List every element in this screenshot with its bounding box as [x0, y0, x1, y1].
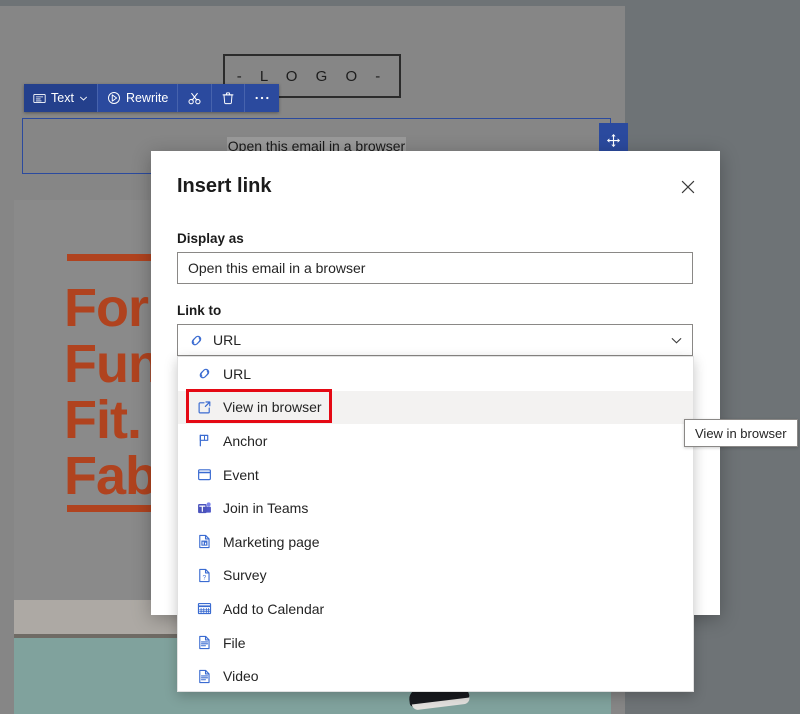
view-in-browser-icon — [195, 398, 213, 416]
dialog-title: Insert link — [177, 175, 272, 197]
toolbar-button-delete[interactable] — [212, 84, 246, 112]
dropdown-item-join-in-teams[interactable]: Join in Teams — [178, 491, 693, 525]
survey-icon: ? — [195, 566, 213, 584]
teams-icon — [195, 499, 213, 517]
dropdown-item-label: URL — [223, 365, 252, 382]
event-calendar-icon — [195, 466, 213, 484]
dropdown-item-url[interactable]: URL — [178, 357, 693, 391]
video-file-icon — [195, 667, 213, 685]
toolbar-button-text[interactable]: Text — [24, 84, 98, 112]
screen: - L O G O - Open this email in a browser… — [0, 0, 800, 714]
dropdown-item-label: Join in Teams — [223, 500, 309, 517]
anchor-flag-icon — [195, 432, 213, 450]
toolbar-button-text-label: Text — [51, 91, 74, 105]
toolbar-button-cut[interactable] — [178, 84, 213, 112]
toolbar-button-more-options[interactable] — [245, 84, 279, 112]
tooltip-text: View in browser — [695, 425, 787, 441]
marketing-page-icon — [195, 533, 213, 551]
dropdown-item-marketing-page[interactable]: Marketing page — [178, 525, 693, 559]
dropdown-item-survey[interactable]: ? Survey — [178, 559, 693, 593]
trash-icon — [221, 91, 235, 105]
display-as-input[interactable] — [177, 252, 693, 284]
dropdown-item-label: View in browser — [223, 399, 322, 416]
close-icon — [681, 180, 695, 194]
dropdown-item-anchor[interactable]: Anchor — [178, 424, 693, 458]
tooltip: View in browser — [684, 419, 798, 447]
logo-placeholder-text: - L O G O - — [236, 67, 388, 85]
text-style-icon — [33, 92, 46, 105]
link-to-dropdown-list[interactable]: URL View in browser Anchor Event Join in… — [177, 356, 694, 692]
hero-rule-top — [67, 254, 159, 261]
dropdown-item-label: Video — [223, 668, 259, 685]
dropdown-item-label: Add to Calendar — [223, 600, 325, 617]
toolbar-button-rewrite-label: Rewrite — [125, 91, 169, 105]
url-link-icon — [195, 365, 213, 383]
dropdown-item-label: File — [223, 634, 246, 651]
cut-icon — [187, 91, 202, 106]
dropdown-item-label: Survey — [223, 567, 267, 584]
file-icon — [195, 634, 213, 652]
hero-rule-bottom — [67, 505, 159, 512]
toolbar-button-rewrite[interactable]: Rewrite — [98, 84, 179, 112]
dropdown-item-event[interactable]: Event — [178, 458, 693, 492]
svg-text:?: ? — [202, 574, 206, 581]
dropdown-item-view-in-browser[interactable]: View in browser — [178, 390, 693, 425]
close-button[interactable] — [672, 171, 704, 203]
dropdown-item-video[interactable]: Video — [178, 659, 693, 691]
dropdown-item-label: Marketing page — [223, 533, 320, 550]
rewrite-sparkle-icon — [107, 91, 121, 105]
url-link-icon — [187, 331, 205, 349]
dropdown-item-file[interactable]: File — [178, 626, 693, 660]
display-as-label: Display as — [177, 231, 244, 246]
dropdown-item-label: Event — [223, 466, 259, 483]
add-to-calendar-icon — [195, 600, 213, 618]
link-to-label: Link to — [177, 303, 222, 318]
link-to-combobox[interactable]: URL — [177, 324, 693, 356]
link-to-selected-value: URL — [213, 332, 242, 348]
dropdown-item-label: Anchor — [223, 432, 268, 449]
dropdown-item-add-to-calendar[interactable]: Add to Calendar — [178, 592, 693, 626]
move-arrows-icon — [606, 133, 621, 147]
chevron-down-icon — [79, 94, 88, 103]
chevron-down-icon[interactable] — [670, 334, 683, 347]
more-options-icon — [254, 95, 270, 101]
block-toolbar[interactable]: Text Rewrite — [24, 84, 280, 112]
